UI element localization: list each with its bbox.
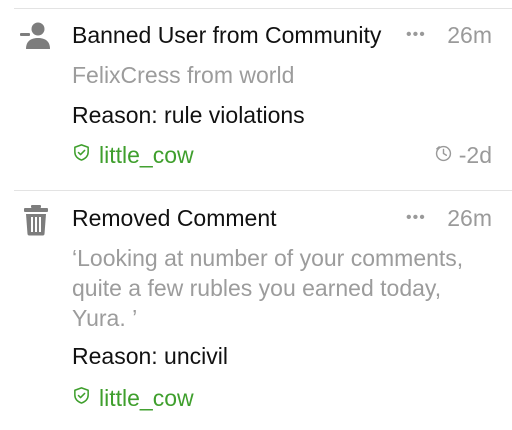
- more-options-button[interactable]: •••: [406, 204, 426, 232]
- trash-icon: [22, 204, 54, 236]
- comment-text: ‘Looking at number of your comments, qui…: [72, 245, 464, 331]
- entry-reason: Reason: uncivil: [72, 343, 228, 369]
- moderator-link[interactable]: little_cow: [72, 384, 194, 412]
- remove-user-icon: [20, 20, 52, 52]
- mod-log-entry-ban[interactable]: Banned User from Community ••• 26m Felix…: [0, 0, 512, 190]
- entry-age: -2d: [434, 141, 492, 169]
- shield-check-icon: [72, 143, 91, 167]
- clock-icon: [434, 141, 453, 169]
- moderator-link[interactable]: little_cow: [72, 141, 194, 169]
- moderator-name: little_cow: [99, 385, 194, 411]
- entry-detail: FelixCress from world: [72, 62, 295, 88]
- entry-reason: Reason: rule violations: [72, 102, 305, 128]
- entry-time: 26m: [447, 205, 492, 231]
- age-value: -2d: [458, 142, 492, 168]
- mod-log-entry-removed-comment[interactable]: Removed Comment ••• 26m ‘Looking at numb…: [0, 190, 512, 430]
- entry-title: Removed Comment: [72, 205, 277, 231]
- entry-title: Banned User from Community: [72, 22, 382, 48]
- moderator-name: little_cow: [99, 142, 194, 168]
- entry-time: 26m: [447, 22, 492, 48]
- shield-check-icon: [72, 386, 91, 410]
- more-options-button[interactable]: •••: [406, 21, 426, 49]
